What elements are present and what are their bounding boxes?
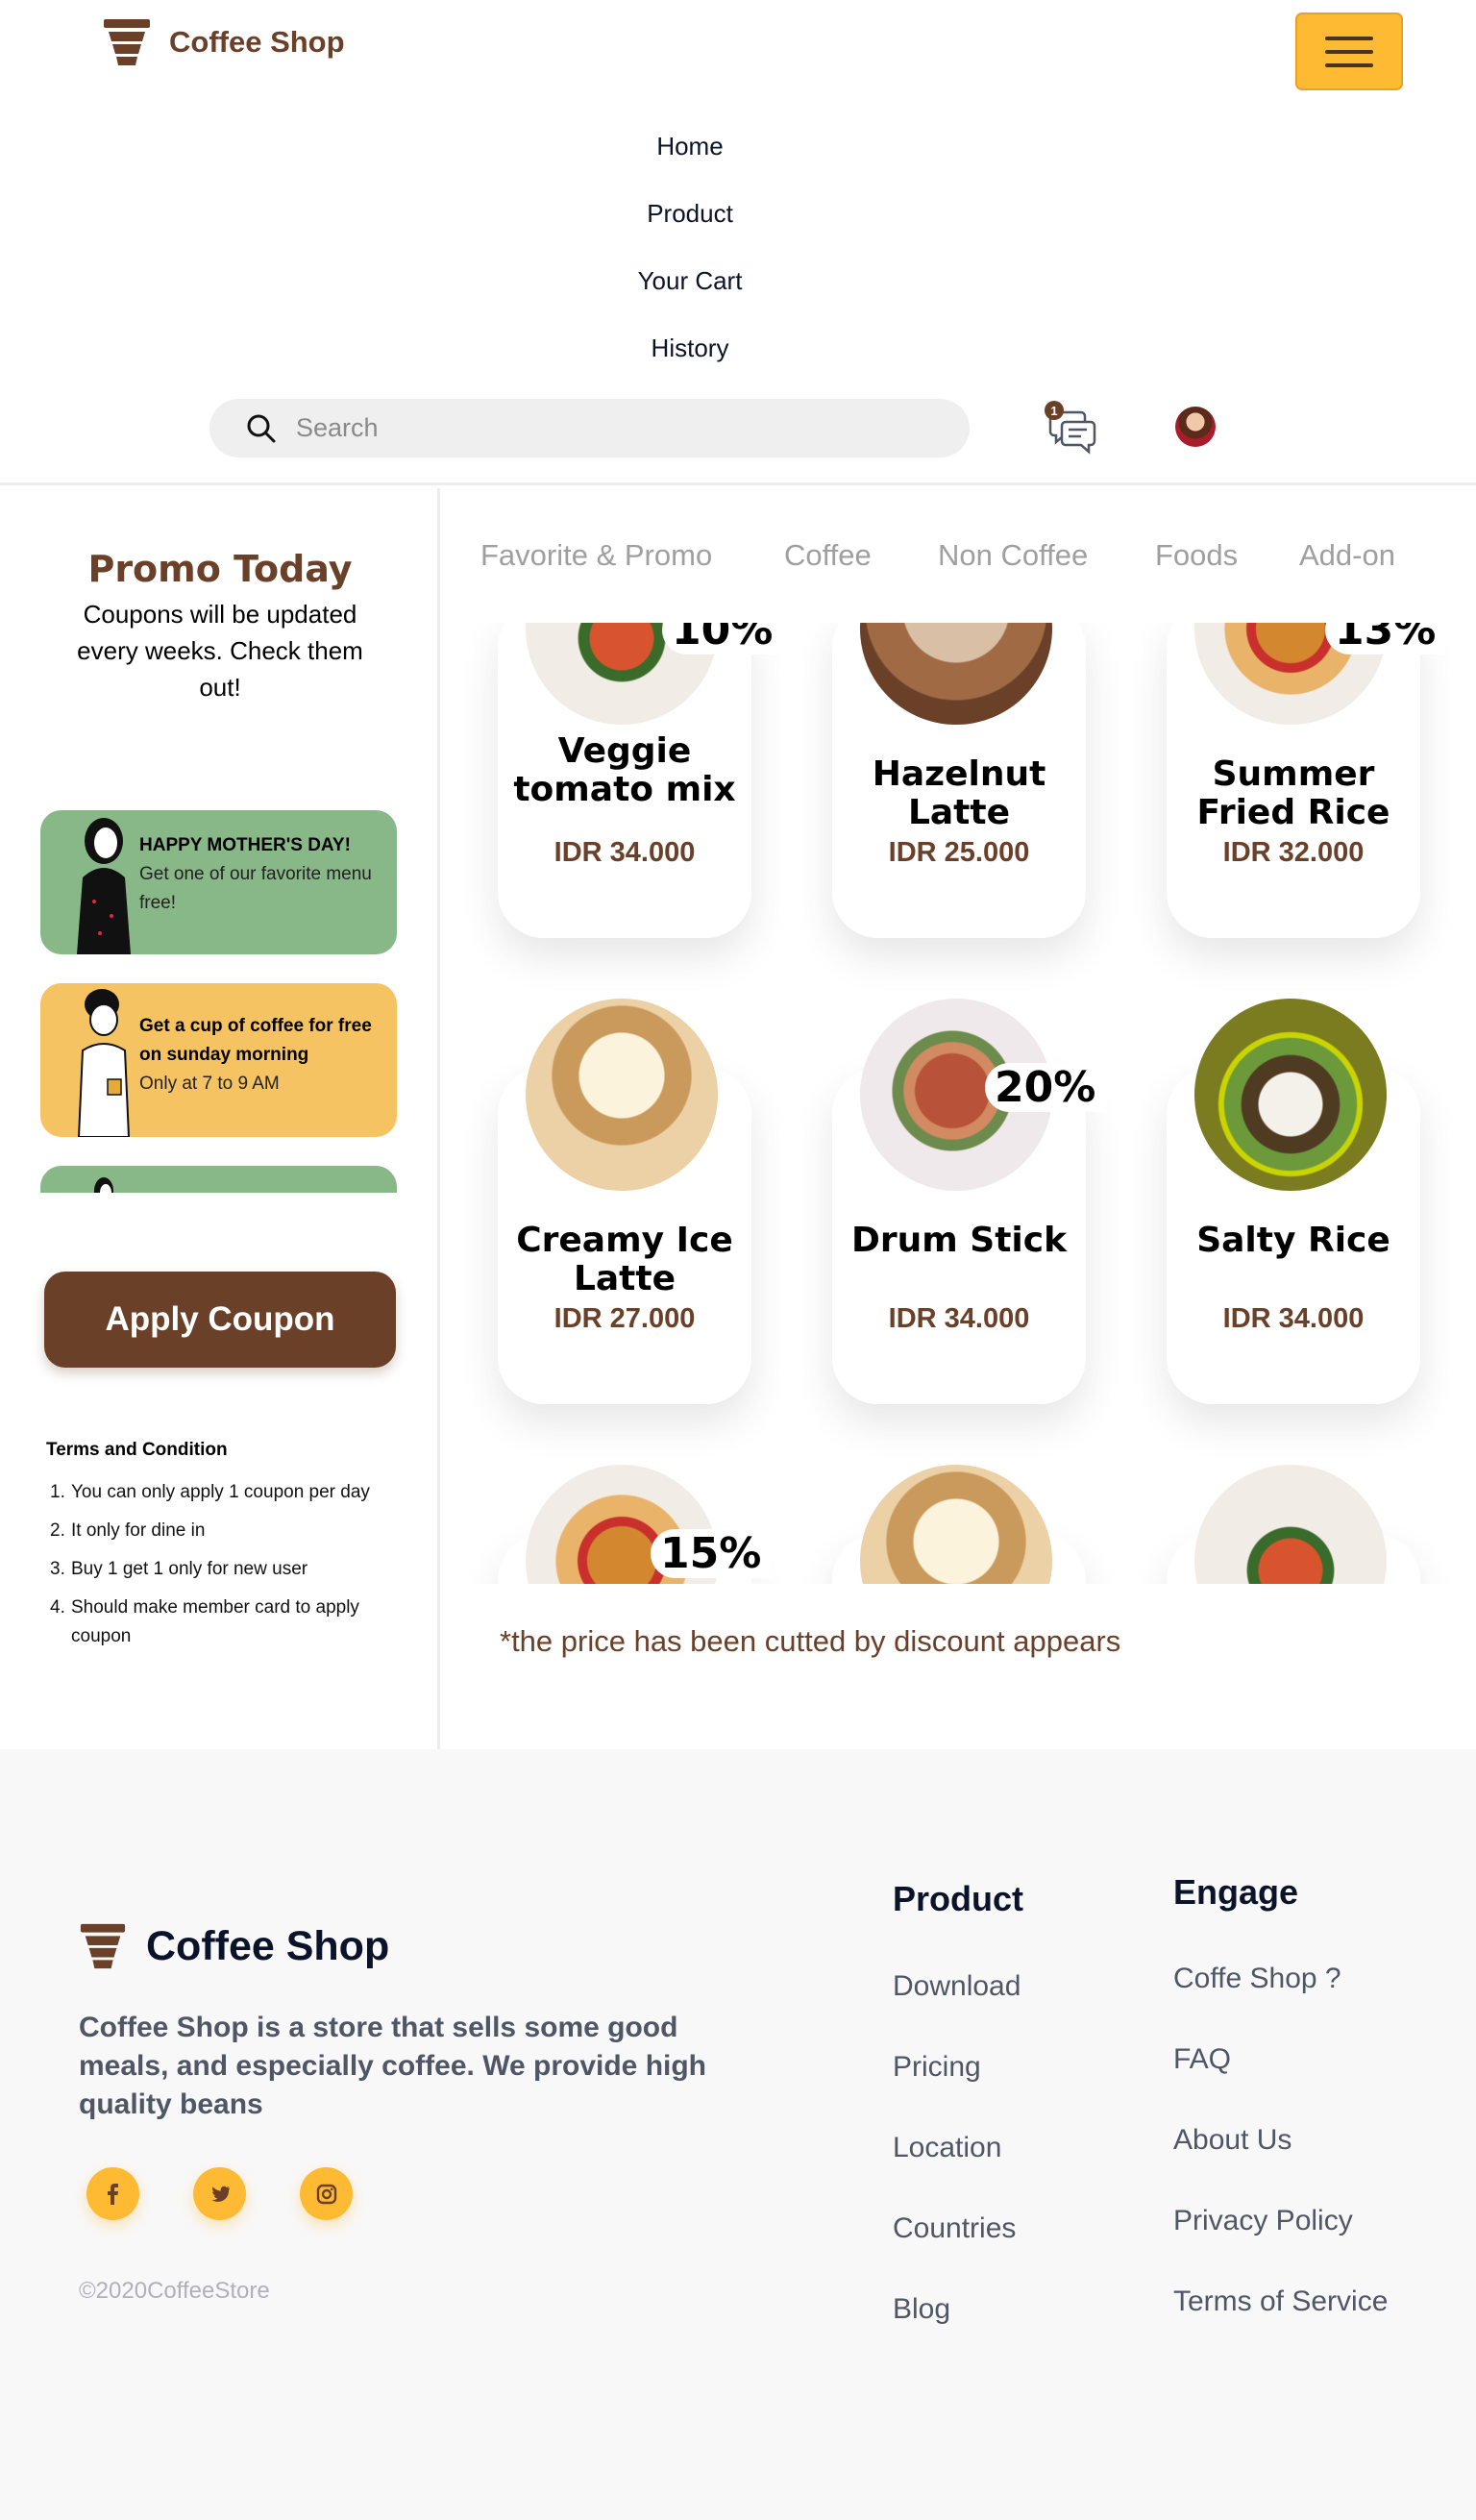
- footer-brand-logo[interactable]: Coffee Shop: [79, 1922, 389, 1970]
- footer-link-faq[interactable]: FAQ: [1173, 2043, 1231, 2076]
- social-links: [86, 2167, 353, 2220]
- copyright: ©2020CoffeeStore: [79, 2278, 270, 2304]
- terms-item: 3. Buy 1 get 1 only for new user: [50, 1559, 308, 1579]
- terms-item: 4. Should make member card to apply coupo…: [50, 1597, 359, 1646]
- terms-list: 1. You can only apply 1 coupon per day 2.…: [50, 1478, 406, 1661]
- product-card[interactable]: Drum Stick IDR 34.000: [832, 999, 1086, 1404]
- coupon-description: Only at 7 to 9 AM: [139, 1074, 280, 1094]
- apply-coupon-button[interactable]: Apply Coupon: [44, 1272, 396, 1368]
- instagram-button[interactable]: [300, 2167, 353, 2220]
- discount-badge: 13%: [1325, 623, 1446, 655]
- discount-badge: 20%: [985, 1063, 1106, 1112]
- terms-item: 1. You can only apply 1 coupon per day: [50, 1482, 370, 1502]
- salty-rice-image: [1194, 999, 1387, 1191]
- product-price: IDR 34.000: [554, 837, 696, 868]
- product-card[interactable]: Veggie tomato mix IDR 34.000: [498, 623, 751, 938]
- footer-link-blog[interactable]: Blog: [893, 2293, 950, 2326]
- footer: Coffee Shop Coffee Shop is a store that …: [0, 1749, 1476, 2520]
- footer-link-countries[interactable]: Countries: [893, 2212, 1016, 2245]
- woman-illustration-icon: [77, 818, 131, 954]
- tab-foods[interactable]: Foods: [1155, 538, 1238, 573]
- footer-link-terms-of-service[interactable]: Terms of Service: [1173, 2285, 1388, 2318]
- promo-title: Promo Today: [87, 548, 353, 590]
- search-input[interactable]: [296, 413, 873, 443]
- footer-engage-title: Engage: [1173, 1872, 1299, 1912]
- veggie-tomato-mix-image: [1194, 1465, 1387, 1584]
- coupon-card[interactable]: HAPPY MOTHER'S DAY! Get one of our favor…: [40, 810, 397, 954]
- facebook-button[interactable]: [86, 2167, 139, 2220]
- creamy-ice-latte-image: [860, 1465, 1052, 1584]
- woman-illustration-icon: [94, 1177, 113, 1193]
- product-card[interactable]: Hazelnut Latte IDR 25.000: [832, 623, 1086, 938]
- terms-item: 2. It only for dine in: [50, 1520, 206, 1541]
- hazelnut-latte-image: [860, 623, 1052, 725]
- user-avatar[interactable]: [1175, 407, 1216, 447]
- product-name: Veggie tomato mix: [513, 731, 736, 809]
- footer-description: Coffee Shop is a store that sells some g…: [79, 2012, 706, 2120]
- chat-button[interactable]: 1: [1043, 399, 1100, 457]
- product-name: Salty Rice: [1196, 1221, 1390, 1260]
- product-name: Creamy Ice Latte: [516, 1221, 733, 1298]
- footer-link-about-us[interactable]: About Us: [1173, 2124, 1292, 2157]
- nav-your-cart[interactable]: Your Cart: [0, 266, 1476, 296]
- hamburger-icon-bar: [1325, 62, 1373, 67]
- product-grid: Veggie tomato mix IDR 34.000 10% Hazelnu…: [443, 623, 1476, 1584]
- tab-add-on[interactable]: Add-on: [1299, 538, 1395, 573]
- product-price: IDR 27.000: [554, 1303, 696, 1334]
- nav-history[interactable]: History: [0, 334, 1476, 363]
- brand-logo[interactable]: Coffee Shop: [102, 17, 345, 67]
- footer-link-pricing[interactable]: Pricing: [893, 2051, 981, 2084]
- product-name: Drum Stick: [850, 1221, 1068, 1260]
- menu-toggle-button[interactable]: [1295, 12, 1403, 90]
- product-price: IDR 34.000: [888, 1303, 1030, 1334]
- header: Coffee Shop Home Product Your Cart Histo…: [0, 0, 1476, 485]
- footer-link-privacy-policy[interactable]: Privacy Policy: [1173, 2205, 1353, 2237]
- footer-link-coffee-shop[interactable]: Coffe Shop ?: [1173, 1963, 1341, 1995]
- footer-link-location[interactable]: Location: [893, 2132, 1001, 2164]
- coupon-card[interactable]: [40, 1166, 397, 1193]
- discount-note: *the price has been cutted by discount a…: [500, 1624, 1121, 1658]
- chat-badge: 1: [1045, 401, 1064, 420]
- twitter-button[interactable]: [193, 2167, 246, 2220]
- product-name: Summer Fried Rice: [1196, 754, 1390, 832]
- coffee-cup-icon: [80, 1923, 126, 1969]
- product-price: IDR 34.000: [1222, 1303, 1365, 1334]
- brand-name: Coffee Shop: [169, 25, 345, 59]
- product-card[interactable]: [1167, 1465, 1420, 1584]
- discount-badge: 10%: [662, 623, 783, 655]
- promo-sidebar: Promo Today Coupons will be updated ever…: [0, 488, 440, 1749]
- terms-title: Terms and Condition: [46, 1440, 228, 1460]
- product-card[interactable]: Summer Fried Rice IDR 32.000: [1167, 623, 1420, 938]
- product-name: Hazelnut Latte: [872, 754, 1046, 832]
- product-price: IDR 32.000: [1222, 837, 1365, 868]
- search-bar[interactable]: [209, 399, 970, 457]
- instagram-icon: [316, 2184, 336, 2204]
- coffee-cup-icon: [104, 19, 150, 65]
- product-card[interactable]: Salty Rice IDR 34.000: [1167, 999, 1420, 1404]
- nav-home[interactable]: Home: [0, 132, 1476, 161]
- hamburger-icon-bar: [1325, 49, 1373, 54]
- facebook-icon: [107, 2183, 118, 2205]
- hamburger-icon-bar: [1325, 36, 1373, 40]
- product-card[interactable]: Creamy Ice Latte IDR 27.000: [498, 999, 751, 1404]
- twitter-icon: [210, 2186, 230, 2202]
- coupon-title: Get a cup of coffee for free on sunday m…: [139, 1016, 372, 1065]
- tab-favorite-promo[interactable]: Favorite & Promo: [480, 538, 712, 573]
- footer-product-title: Product: [893, 1879, 1024, 1918]
- footer-link-download[interactable]: Download: [893, 1970, 1021, 2003]
- search-icon: [247, 414, 276, 442]
- footer-brand-name: Coffee Shop: [146, 1922, 390, 1969]
- product-price: IDR 25.000: [888, 837, 1030, 868]
- man-illustration-icon: [77, 989, 131, 1137]
- promo-subtitle: Coupons will be updated every weeks. Che…: [77, 600, 363, 702]
- nav-product[interactable]: Product: [0, 199, 1476, 229]
- creamy-ice-latte-image: [526, 999, 718, 1191]
- tab-coffee[interactable]: Coffee: [784, 538, 872, 573]
- coupon-title: HAPPY MOTHER'S DAY!: [139, 835, 351, 855]
- tab-non-coffee[interactable]: Non Coffee: [938, 538, 1088, 573]
- product-card[interactable]: [832, 1465, 1086, 1584]
- coupon-description: Get one of our favorite menu free!: [139, 864, 372, 913]
- discount-badge: 15%: [651, 1529, 772, 1578]
- coupon-card[interactable]: Get a cup of coffee for free on sunday m…: [40, 983, 397, 1137]
